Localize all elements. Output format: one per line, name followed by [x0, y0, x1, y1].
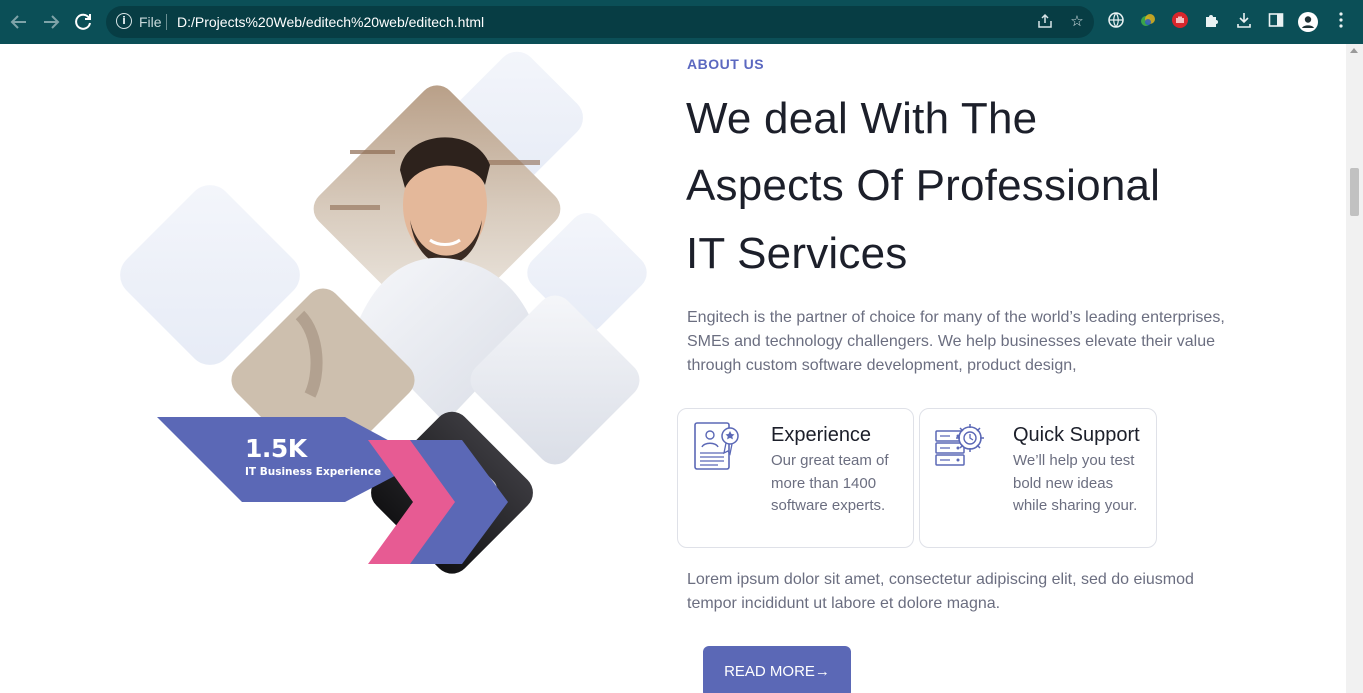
url-text[interactable]: D:/Projects%20Web/editech%20web/editech.… [177, 14, 484, 30]
page-title-line-1: We deal With The [686, 94, 1038, 143]
intro-paragraph: Engitech is the partner of choice for ma… [687, 309, 1225, 374]
page-title-line-2: Aspects Of Professional [686, 161, 1161, 210]
side-panel-icon[interactable] [1265, 11, 1287, 33]
info-icon[interactable]: i [116, 13, 132, 29]
star-icon[interactable]: ☆ [1067, 12, 1087, 32]
card-title: Experience [771, 424, 872, 446]
certificate-icon [692, 421, 742, 473]
hero-image-collage [110, 44, 670, 644]
adblock-extension-icon[interactable] [1169, 11, 1191, 33]
puzzle-extensions-icon[interactable] [1201, 11, 1223, 33]
forward-icon[interactable] [39, 10, 63, 34]
back-icon[interactable] [7, 10, 31, 34]
share-icon[interactable] [1035, 12, 1055, 32]
card-text: We’ll help you test bold new ideas while… [1013, 452, 1138, 514]
download-icon[interactable] [1233, 11, 1255, 33]
badge-value: 1.5K [245, 434, 307, 463]
globe-extension-icon[interactable] [1105, 11, 1127, 33]
experience-card: Experience Our great team of more than 1… [677, 408, 914, 548]
reload-icon[interactable] [71, 10, 95, 34]
scroll-up-arrow-icon[interactable] [1350, 48, 1358, 53]
omnibox-divider [166, 14, 167, 30]
card-text: Our great team of more than 1400 softwar… [771, 452, 889, 514]
outro-paragraph: Lorem ipsum dolor sit amet, consectetur … [687, 571, 1194, 612]
browser-toolbar: i File D:/Projects%20Web/editech%20web/e… [0, 0, 1363, 44]
profile-icon[interactable] [1297, 11, 1319, 33]
page-title-line-3: IT Services [686, 229, 908, 278]
menu-dots-icon[interactable] [1330, 11, 1352, 33]
address-bar[interactable]: i File D:/Projects%20Web/editech%20web/e… [106, 6, 1094, 38]
badge-label: IT Business Experience [245, 466, 382, 478]
quick-support-card: Quick Support We’ll help you test bold n… [919, 408, 1157, 548]
color-extension-icon[interactable] [1137, 11, 1159, 33]
page-scrollbar[interactable] [1346, 44, 1363, 693]
scroll-thumb[interactable] [1350, 168, 1359, 216]
scheme-label: File [139, 14, 162, 30]
section-eyebrow: ABOUT US [687, 56, 765, 72]
server-gear-icon [934, 421, 984, 473]
read-more-button[interactable]: READ MORE→ [703, 646, 851, 693]
card-title: Quick Support [1013, 424, 1140, 446]
